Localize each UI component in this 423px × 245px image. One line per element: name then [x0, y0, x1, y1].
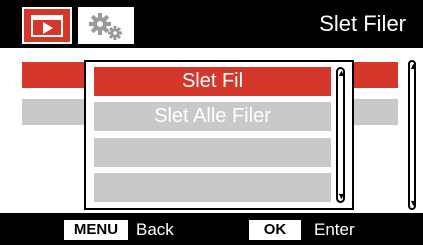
- tab-settings[interactable]: [78, 7, 134, 44]
- option-empty[interactable]: [94, 138, 331, 167]
- ok-key[interactable]: OK: [249, 220, 301, 240]
- play-icon: [31, 14, 63, 37]
- background-scrollbar[interactable]: ▲ ▼: [408, 60, 418, 210]
- tab-playback[interactable]: [22, 7, 72, 44]
- back-label: Back: [136, 220, 174, 239]
- scroll-up-arrow-icon: ▲: [409, 61, 418, 71]
- gears-icon: [89, 12, 122, 40]
- top-bar: Slet Filer: [0, 0, 423, 48]
- screen: Slet Filer ▲ ▼ Slet Fil Slet Alle Filer …: [0, 0, 423, 245]
- popup-scrollbar[interactable]: ▲ ▼: [336, 67, 346, 203]
- scroll-up-arrow-icon: ▲: [337, 68, 346, 78]
- scroll-down-arrow-icon: ▼: [409, 198, 418, 208]
- option-delete-file[interactable]: Slet Fil: [94, 67, 331, 96]
- page-title: Slet Filer: [319, 11, 406, 36]
- bottom-bar: MENU Back OK Enter: [0, 213, 423, 245]
- delete-options-popup: Slet Fil Slet Alle Filer ▲ ▼: [84, 60, 354, 210]
- option-delete-all-files[interactable]: Slet Alle Filer: [94, 102, 331, 131]
- menu-key[interactable]: MENU: [64, 220, 128, 240]
- option-empty[interactable]: [94, 173, 331, 202]
- header-divider: [0, 48, 423, 50]
- scroll-down-arrow-icon: ▼: [337, 191, 346, 201]
- enter-label: Enter: [314, 220, 355, 239]
